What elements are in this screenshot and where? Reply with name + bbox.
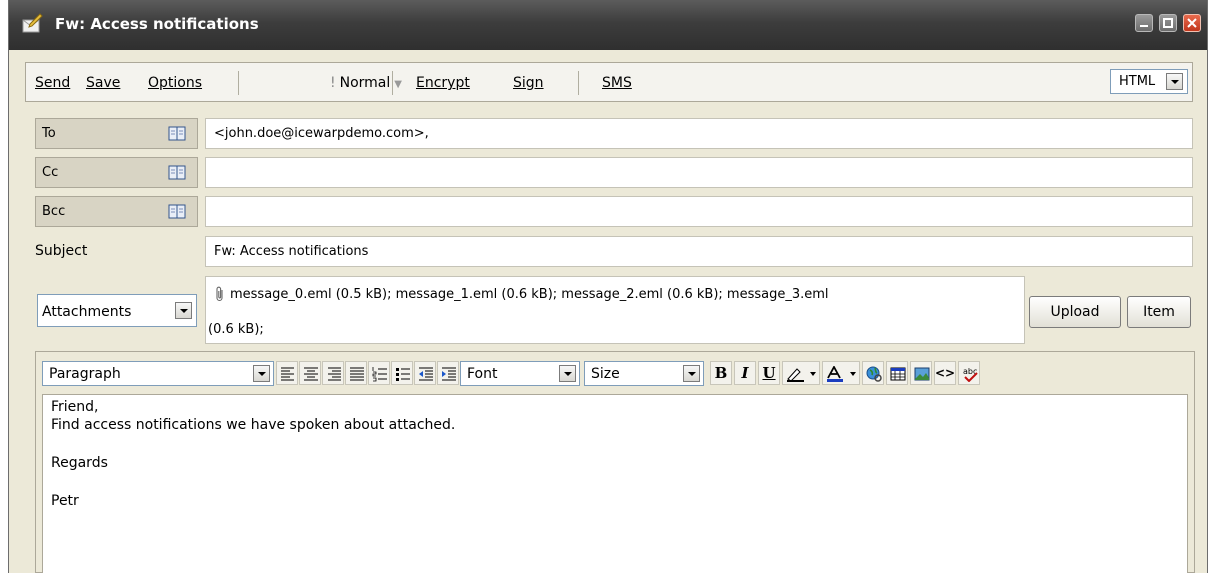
- paragraph-value: Paragraph: [49, 366, 121, 382]
- underline-icon: U: [762, 364, 776, 382]
- compose-icon: [21, 12, 43, 34]
- sms-button[interactable]: SMS: [602, 75, 632, 91]
- editor-toolbar: Paragraph Font Size B I U <> abc: [36, 352, 1194, 392]
- to-field[interactable]: <john.doe@icewarpdemo.com>,: [205, 118, 1193, 149]
- cc-field[interactable]: [205, 157, 1193, 188]
- close-icon[interactable]: [1183, 14, 1201, 32]
- chevron-down-icon[interactable]: [253, 365, 270, 382]
- source-code-button[interactable]: <>: [934, 361, 956, 385]
- bcc-field[interactable]: [205, 196, 1193, 227]
- encrypt-button[interactable]: Encrypt: [416, 75, 470, 91]
- body-line: Regards: [51, 455, 108, 471]
- chevron-down-icon[interactable]: [559, 365, 576, 382]
- italic-button[interactable]: I: [734, 361, 756, 385]
- priority-label: Normal: [339, 75, 391, 91]
- attachments-list[interactable]: message_0.eml (0.5 kB); message_1.eml (0…: [205, 276, 1025, 344]
- attachments-select[interactable]: Attachments: [37, 294, 197, 327]
- send-button[interactable]: Send: [35, 75, 70, 91]
- priority-icon: !: [330, 75, 336, 91]
- html-editor: Paragraph Font Size B I U <> abc Friend,…: [35, 351, 1195, 573]
- source-code-icon: <>: [935, 366, 956, 380]
- chevron-down-icon[interactable]: [683, 365, 700, 382]
- body-line: Find access notifications we have spoken…: [51, 417, 456, 433]
- item-button[interactable]: Item: [1127, 296, 1191, 328]
- compose-window: Fw: Access notifications Send Save Optio…: [8, 0, 1208, 573]
- title-bar: Fw: Access notifications: [9, 0, 1207, 50]
- outdent-icon[interactable]: [414, 361, 436, 385]
- chevron-down-icon[interactable]: [175, 302, 192, 319]
- italic-icon: I: [741, 364, 749, 382]
- address-book-icon[interactable]: [168, 204, 186, 219]
- font-value: Font: [467, 366, 498, 382]
- align-right-icon[interactable]: [322, 361, 344, 385]
- address-book-icon[interactable]: [168, 126, 186, 141]
- upload-button[interactable]: Upload: [1029, 296, 1121, 328]
- bcc-button[interactable]: Bcc: [35, 196, 198, 227]
- sign-button[interactable]: Sign: [513, 75, 544, 91]
- bcc-label: Bcc: [42, 204, 66, 219]
- bullet-list-icon[interactable]: [391, 361, 413, 385]
- paperclip-icon: [216, 286, 223, 302]
- numbered-list-icon[interactable]: [368, 361, 390, 385]
- table-icon[interactable]: [886, 361, 908, 385]
- maximize-icon[interactable]: [1159, 14, 1177, 32]
- align-center-icon[interactable]: [299, 361, 321, 385]
- subject-label: Subject: [35, 243, 88, 259]
- to-label: To: [42, 126, 56, 141]
- font-select[interactable]: Font: [460, 361, 580, 386]
- image-icon[interactable]: [910, 361, 932, 385]
- options-button[interactable]: Options: [148, 75, 202, 91]
- highlight-icon[interactable]: [782, 361, 820, 385]
- window-title: Fw: Access notifications: [55, 15, 259, 33]
- bold-icon: B: [714, 364, 728, 382]
- align-left-icon[interactable]: [276, 361, 298, 385]
- address-book-icon[interactable]: [168, 165, 186, 180]
- size-select[interactable]: Size: [584, 361, 704, 386]
- attachments-label: Attachments: [42, 304, 132, 320]
- toolbar-divider: [578, 71, 579, 95]
- size-value: Size: [591, 366, 620, 382]
- to-value: <john.doe@icewarpdemo.com>,: [214, 126, 429, 141]
- format-select[interactable]: HTML: [1110, 69, 1188, 94]
- minimize-icon[interactable]: [1135, 14, 1153, 32]
- link-icon[interactable]: [862, 361, 884, 385]
- toolbar-divider: [238, 71, 239, 95]
- underline-button[interactable]: U: [758, 361, 780, 385]
- chevron-down-icon[interactable]: [1166, 73, 1183, 90]
- attachments-files-cont: (0.6 kB);: [208, 322, 264, 337]
- format-value: HTML: [1119, 74, 1156, 89]
- to-button[interactable]: To: [35, 118, 198, 149]
- cc-button[interactable]: Cc: [35, 157, 198, 188]
- attachments-files: message_0.eml (0.5 kB); message_1.eml (0…: [230, 287, 829, 302]
- message-toolbar: Send Save Options ! Normal ▼ Encrypt Sign …: [25, 62, 1193, 102]
- indent-icon[interactable]: [437, 361, 459, 385]
- subject-value: Fw: Access notifications: [214, 244, 369, 259]
- message-body[interactable]: Friend, Find access notifications we hav…: [42, 394, 1188, 573]
- body-line: Petr: [51, 493, 79, 509]
- text-color-icon[interactable]: [822, 361, 860, 385]
- chevron-down-icon: ▼: [394, 79, 402, 90]
- save-button[interactable]: Save: [86, 75, 120, 91]
- paragraph-select[interactable]: Paragraph: [42, 361, 274, 386]
- cc-label: Cc: [42, 165, 59, 180]
- toolbar-divider: [392, 71, 393, 95]
- subject-field[interactable]: Fw: Access notifications: [205, 236, 1193, 267]
- spellcheck-icon[interactable]: abc: [958, 361, 980, 385]
- justify-icon[interactable]: [345, 361, 367, 385]
- bold-button[interactable]: B: [710, 361, 732, 385]
- body-line: Friend,: [51, 399, 99, 415]
